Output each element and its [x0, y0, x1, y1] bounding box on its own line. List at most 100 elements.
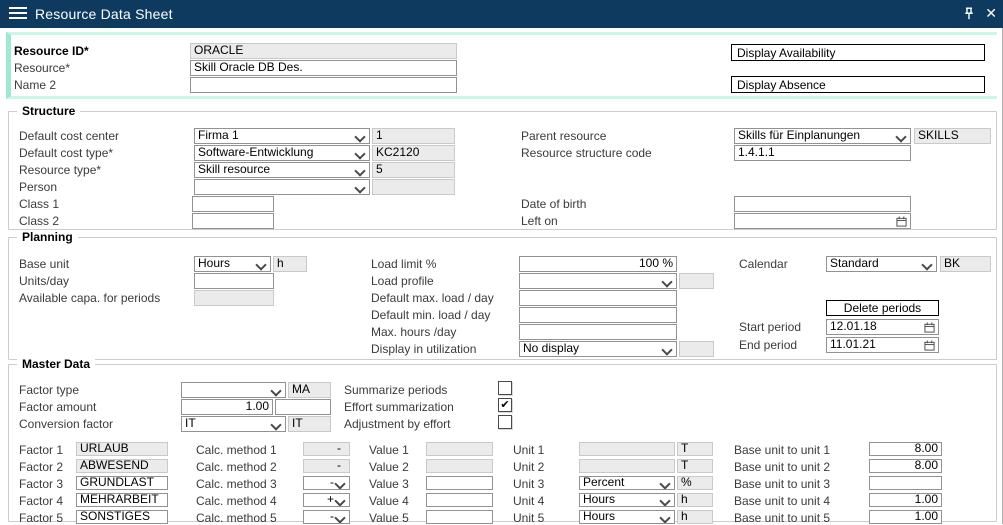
- base-unit-to-unit-label: Base unit to unit 4: [734, 494, 830, 508]
- structure-code-field[interactable]: 1.4.1.1: [734, 145, 911, 161]
- resource-name-field[interactable]: Skill Oracle DB Des.: [190, 60, 457, 76]
- conversion-factor-select[interactable]: IT: [181, 416, 286, 432]
- available-capa-field: [194, 290, 274, 306]
- delete-periods-button[interactable]: Delete periods: [826, 300, 939, 316]
- value-input[interactable]: [426, 493, 493, 507]
- load-profile-select[interactable]: [519, 273, 677, 289]
- chevron-down-icon: [354, 131, 365, 142]
- calc-method-label: Calc. method 1: [196, 443, 277, 457]
- end-period-label: End period: [739, 338, 797, 352]
- resource-id-field: ORACLE: [190, 43, 457, 59]
- unit-label: Unit 3: [513, 477, 544, 491]
- units-per-day-field[interactable]: [194, 273, 274, 289]
- structure-section: Structure Default cost center Firma 1 1 …: [8, 111, 997, 230]
- form-area: Resource ID* Resource* Name 2 ORACLE Ski…: [0, 28, 1003, 524]
- base-unit-to-unit-label: Base unit to unit 1: [734, 443, 830, 457]
- unit-select[interactable]: Hours: [579, 493, 675, 507]
- factor-label: Factor 5: [19, 511, 63, 525]
- display-absence-button[interactable]: Display Absence: [731, 76, 985, 93]
- base-unit-to-unit-input[interactable]: 8.00: [869, 442, 942, 456]
- menu-icon[interactable]: [9, 7, 27, 21]
- summarize-periods-label: Summarize periods: [344, 383, 447, 397]
- person-select[interactable]: [194, 179, 370, 195]
- display-in-utilization-select[interactable]: No display: [519, 341, 677, 357]
- chevron-down-icon: [354, 148, 365, 159]
- calendar-icon[interactable]: [896, 216, 907, 227]
- planning-section: Planning Base unit Hours h Units/day Ava…: [8, 237, 997, 360]
- base-unit-to-unit-input[interactable]: [869, 476, 942, 490]
- unit-label: Unit 1: [513, 443, 544, 457]
- calendar-select[interactable]: Standard: [826, 256, 937, 272]
- class1-field[interactable]: [192, 196, 274, 212]
- max-hours-day-field[interactable]: [519, 324, 677, 340]
- resource-data-sheet-window: Resource Data Sheet ✕ Resource ID* Resou…: [0, 0, 1003, 524]
- summarize-periods-checkbox[interactable]: [498, 381, 512, 395]
- chevron-down-icon: [659, 512, 670, 523]
- chevron-down-icon: [895, 131, 906, 142]
- factor-input[interactable]: GRUNDLAST: [76, 476, 168, 490]
- factor-type-label: Factor type: [19, 383, 79, 397]
- factor-amount-extra-field[interactable]: [275, 399, 331, 415]
- default-max-load-field[interactable]: [519, 290, 677, 306]
- calc-method-select[interactable]: -: [303, 476, 350, 490]
- adjustment-by-effort-checkbox[interactable]: [498, 415, 512, 429]
- default-min-load-label: Default min. load / day: [371, 308, 490, 322]
- name2-field[interactable]: [190, 77, 457, 93]
- cost-center-select[interactable]: Firma 1: [194, 128, 370, 144]
- factor-amount-label: Factor amount: [19, 400, 96, 414]
- factor-amount-field[interactable]: 1.00: [181, 399, 273, 415]
- parent-resource-select[interactable]: Skills für Einplanungen: [734, 128, 911, 144]
- calc-method-label: Calc. method 5: [196, 511, 277, 525]
- cost-type-label: Default cost type*: [19, 146, 113, 160]
- end-period-field[interactable]: 11.01.21: [826, 337, 939, 353]
- calc-method-value: -: [303, 442, 350, 456]
- class2-field[interactable]: [192, 213, 274, 229]
- close-icon[interactable]: ✕: [985, 5, 997, 21]
- structure-section-title: Structure: [17, 104, 80, 118]
- start-period-field[interactable]: 12.01.18: [826, 319, 939, 335]
- units-per-day-label: Units/day: [19, 274, 69, 288]
- calc-method-select[interactable]: -: [303, 510, 350, 524]
- pin-icon[interactable]: [961, 6, 977, 22]
- calendar-icon[interactable]: [924, 322, 935, 333]
- calc-method-label: Calc. method 3: [196, 477, 277, 491]
- unit-select[interactable]: Hours: [579, 510, 675, 524]
- factor-type-select[interactable]: [181, 382, 286, 398]
- base-unit-select[interactable]: Hours: [194, 256, 271, 272]
- person-label: Person: [19, 180, 57, 194]
- factor-input[interactable]: SONSTIGES: [76, 510, 168, 524]
- max-hours-day-label: Max. hours /day: [371, 325, 456, 339]
- resource-header-section: Resource ID* Resource* Name 2 ORACLE Ski…: [6, 32, 997, 99]
- base-unit-to-unit-label: Base unit to unit 3: [734, 477, 830, 491]
- effort-summarization-checkbox[interactable]: ✔: [498, 398, 512, 412]
- base-unit-to-unit-input[interactable]: 1.00: [869, 493, 942, 507]
- date-of-birth-field[interactable]: [734, 196, 911, 212]
- load-limit-field[interactable]: 100 %: [519, 256, 677, 272]
- cost-type-select[interactable]: Software-Entwicklung: [194, 145, 370, 161]
- value-label: Value 3: [369, 477, 409, 491]
- resource-type-select[interactable]: Skill resource: [194, 162, 370, 178]
- factor-input[interactable]: MEHRARBEIT: [76, 493, 168, 507]
- chevron-down-icon: [334, 478, 345, 489]
- display-availability-button[interactable]: Display Availability: [731, 44, 985, 61]
- value-input[interactable]: [426, 510, 493, 524]
- chevron-down-icon: [354, 182, 365, 193]
- default-max-load-label: Default max. load / day: [371, 291, 494, 305]
- unit-select[interactable]: Percent: [579, 476, 675, 490]
- chevron-down-icon: [334, 512, 345, 523]
- parent-resource-label: Parent resource: [521, 129, 606, 143]
- base-unit-to-unit-input[interactable]: 8.00: [869, 459, 942, 473]
- factor-label: Factor 2: [19, 460, 63, 474]
- class1-label: Class 1: [19, 197, 59, 211]
- value-input[interactable]: [426, 476, 493, 490]
- calendar-icon[interactable]: [924, 340, 935, 351]
- default-min-load-field[interactable]: [519, 307, 677, 323]
- calc-method-select[interactable]: +: [303, 493, 350, 507]
- unit-code: h: [677, 493, 713, 507]
- factor-label: Factor 1: [19, 443, 63, 457]
- unit-code: %: [677, 476, 713, 490]
- load-profile-label: Load profile: [371, 274, 434, 288]
- base-unit-to-unit-input[interactable]: 1.00: [869, 510, 942, 524]
- left-on-field[interactable]: [734, 213, 911, 229]
- base-unit-label: Base unit: [19, 257, 69, 271]
